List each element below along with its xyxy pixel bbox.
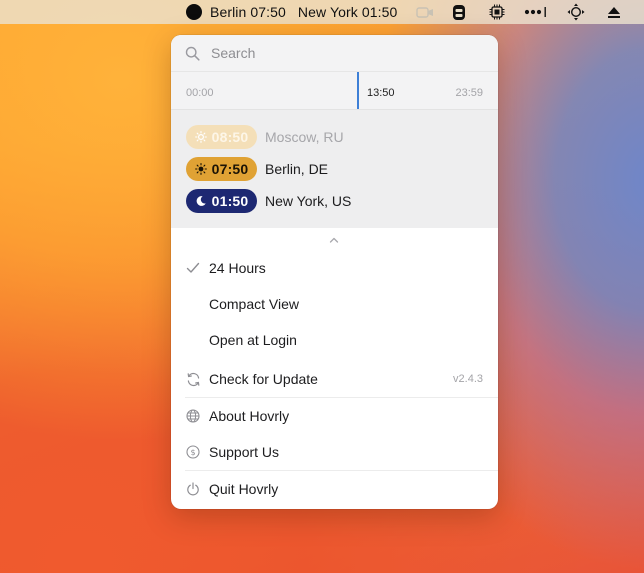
sun-icon xyxy=(194,131,207,143)
menu-item-label: 24 Hours xyxy=(209,260,266,276)
menu-item-support-us[interactable]: $ Support Us xyxy=(171,435,498,469)
timeline-current-label: 13:50 xyxy=(367,87,395,99)
menu-item-about[interactable]: About Hovrly xyxy=(171,399,498,433)
hovrly-popover: 00:00 13:50 23:59 08:50 Moscow, RU 07:50 xyxy=(171,35,498,509)
svg-text:$: $ xyxy=(190,448,195,457)
menu-item-label: Compact View xyxy=(209,296,300,312)
cpu-icon[interactable] xyxy=(488,3,506,21)
menu-item-label: Quit Hovrly xyxy=(209,481,279,497)
search-input[interactable] xyxy=(211,43,481,63)
dollar-coin-icon: $ xyxy=(185,444,201,460)
search-bar xyxy=(171,35,498,72)
globe-icon xyxy=(185,408,201,424)
eject-icon[interactable] xyxy=(605,3,623,21)
power-icon xyxy=(185,481,201,497)
timeline-current-marker[interactable] xyxy=(357,72,359,109)
chevron-up-icon[interactable] xyxy=(328,236,340,244)
version-badge: v2.4.3 xyxy=(453,373,483,385)
menu-divider xyxy=(185,397,498,398)
menu-item-label: Open at Login xyxy=(209,332,297,348)
status-dot-icon xyxy=(186,4,202,20)
hovrly-status-item[interactable]: Berlin 07:50 New York 01:50 xyxy=(186,3,409,21)
status-city-berlin: Berlin 07:50 xyxy=(210,4,286,20)
city-time: 08:50 xyxy=(211,129,249,145)
menu-item-open-at-login[interactable]: Open at Login xyxy=(171,323,498,357)
moon-icon xyxy=(195,195,207,207)
options-menu: 24 Hours Compact View Open at Login Chec… xyxy=(171,228,498,509)
city-name: Moscow, RU xyxy=(265,129,344,145)
city-time: 07:50 xyxy=(211,161,249,177)
city-time-pill: 08:50 xyxy=(186,125,257,149)
city-row-new-york[interactable]: 01:50 New York, US xyxy=(186,189,351,213)
menu-item-check-for-update[interactable]: Check for Update v2.4.3 xyxy=(171,362,498,396)
city-row-berlin[interactable]: 07:50 Berlin, DE xyxy=(186,157,328,181)
city-time-pill: 01:50 xyxy=(186,189,257,213)
tabs-icon[interactable] xyxy=(450,3,468,21)
city-row-moscow[interactable]: 08:50 Moscow, RU xyxy=(186,125,344,149)
wifi-dots-icon[interactable] xyxy=(524,3,548,21)
menu-item-label: Support Us xyxy=(209,444,280,460)
city-time: 01:50 xyxy=(211,193,249,209)
menu-item-quit[interactable]: Quit Hovrly xyxy=(171,472,498,506)
time-slider[interactable]: 00:00 13:50 23:59 xyxy=(171,72,498,110)
move-icon[interactable] xyxy=(566,3,586,21)
sun-icon xyxy=(194,163,207,175)
faded-app-icon[interactable] xyxy=(415,3,435,21)
menu-bar: Berlin 07:50 New York 01:50 xyxy=(0,0,644,24)
checkmark-icon xyxy=(185,260,201,276)
menu-item-compact-view[interactable]: Compact View xyxy=(171,287,498,321)
menu-item-24-hours[interactable]: 24 Hours xyxy=(171,251,498,285)
timeline-end-label: 23:59 xyxy=(455,87,483,99)
menu-item-label: Check for Update xyxy=(209,371,318,387)
refresh-icon xyxy=(185,371,201,387)
city-list: 08:50 Moscow, RU 07:50 Berlin, DE 01:50 … xyxy=(171,110,498,228)
menu-divider xyxy=(185,470,498,471)
city-name: New York, US xyxy=(265,193,352,209)
timeline-start-label: 00:00 xyxy=(186,87,214,99)
city-name: Berlin, DE xyxy=(265,161,329,177)
status-city-new-york: New York 01:50 xyxy=(297,4,398,20)
search-icon xyxy=(185,46,200,61)
city-time-pill: 07:50 xyxy=(186,157,257,181)
menu-item-label: About Hovrly xyxy=(209,408,290,424)
